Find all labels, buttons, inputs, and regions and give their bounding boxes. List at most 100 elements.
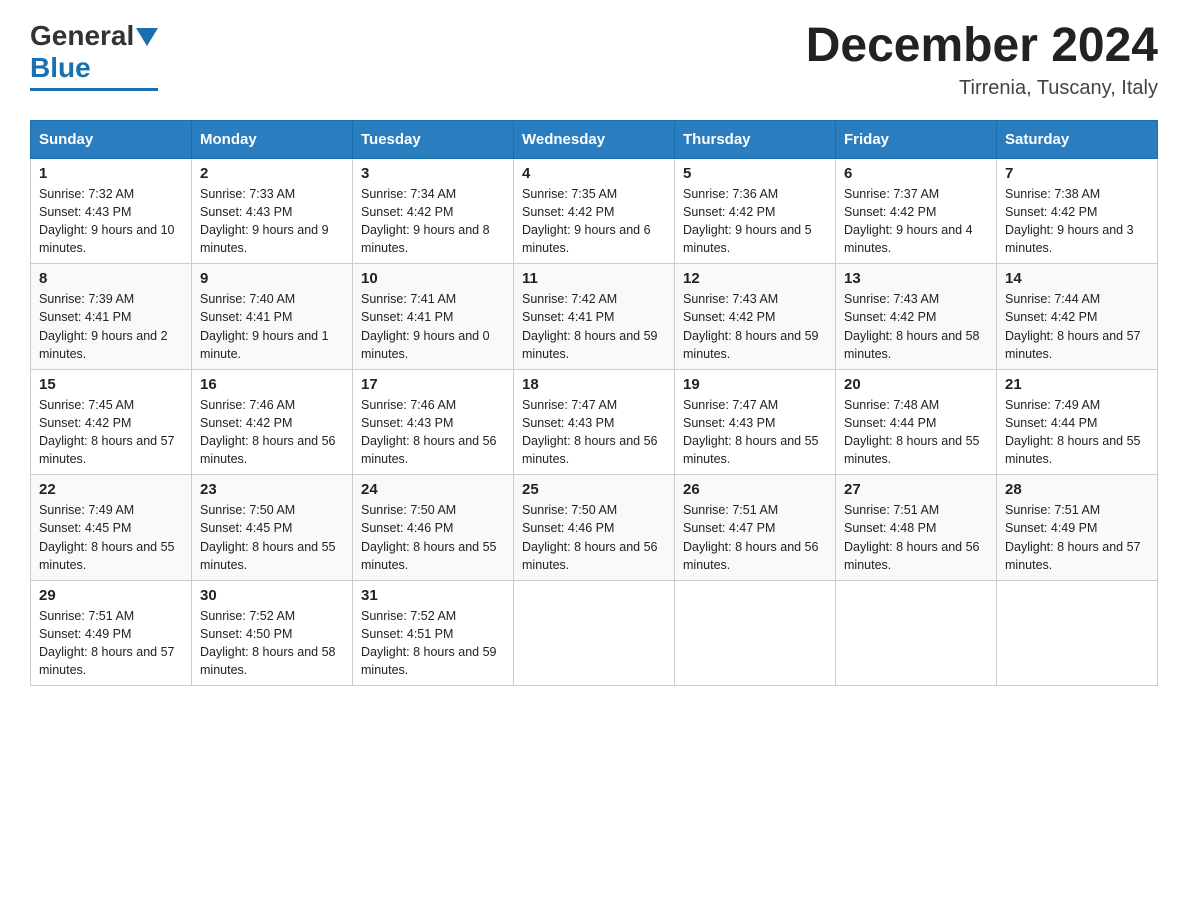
calendar-cell: 28 Sunrise: 7:51 AMSunset: 4:49 PMDayligh…: [997, 475, 1158, 581]
day-info: Sunrise: 7:42 AMSunset: 4:41 PMDaylight:…: [522, 290, 666, 363]
day-number: 3: [361, 165, 505, 182]
day-number: 10: [361, 270, 505, 287]
day-info: Sunrise: 7:39 AMSunset: 4:41 PMDaylight:…: [39, 290, 183, 363]
calendar-cell: 10 Sunrise: 7:41 AMSunset: 4:41 PMDayligh…: [353, 264, 514, 370]
day-number: 15: [39, 376, 183, 393]
calendar-cell: 27 Sunrise: 7:51 AMSunset: 4:48 PMDayligh…: [836, 475, 997, 581]
calendar-week-row: 29Sunrise: 7:51 AMSunset: 4:49 PMDayligh…: [31, 580, 1158, 686]
logo: General Blue: [30, 20, 158, 91]
day-info: Sunrise: 7:50 AMSunset: 4:46 PMDaylight:…: [522, 501, 666, 574]
calendar-cell: 15 Sunrise: 7:45 AMSunset: 4:42 PMDayligh…: [31, 369, 192, 475]
day-info: Sunrise: 7:38 AMSunset: 4:42 PMDaylight:…: [1005, 185, 1149, 258]
calendar-cell: 1Sunrise: 7:32 AMSunset: 4:43 PMDaylight…: [31, 158, 192, 264]
title-area: December 2024 Tirrenia, Tuscany, Italy: [806, 20, 1158, 100]
day-number: 4: [522, 165, 666, 182]
day-info: Sunrise: 7:51 AMSunset: 4:49 PMDaylight:…: [1005, 501, 1149, 574]
page-header: General Blue December 2024 Tirrenia, Tus…: [30, 20, 1158, 100]
calendar-cell: 30Sunrise: 7:52 AMSunset: 4:50 PMDayligh…: [192, 580, 353, 686]
day-number: 31: [361, 587, 505, 604]
day-number: 26: [683, 481, 827, 498]
calendar-cell: [675, 580, 836, 686]
day-number: 19: [683, 376, 827, 393]
day-number: 25: [522, 481, 666, 498]
calendar-cell: 6Sunrise: 7:37 AMSunset: 4:42 PMDaylight…: [836, 158, 997, 264]
day-info: Sunrise: 7:35 AMSunset: 4:42 PMDaylight:…: [522, 185, 666, 258]
calendar-cell: 7 Sunrise: 7:38 AMSunset: 4:42 PMDaylight…: [997, 158, 1158, 264]
day-info: Sunrise: 7:47 AMSunset: 4:43 PMDaylight:…: [683, 396, 827, 469]
day-number: 9: [200, 270, 344, 287]
day-number: 24: [361, 481, 505, 498]
day-info: Sunrise: 7:46 AMSunset: 4:43 PMDaylight:…: [361, 396, 505, 469]
col-saturday: Saturday: [997, 120, 1158, 158]
calendar-cell: 21 Sunrise: 7:49 AMSunset: 4:44 PMDayligh…: [997, 369, 1158, 475]
day-number: 21: [1005, 376, 1149, 393]
logo-general-text: General: [30, 20, 134, 52]
col-sunday: Sunday: [31, 120, 192, 158]
day-info: Sunrise: 7:47 AMSunset: 4:43 PMDaylight:…: [522, 396, 666, 469]
day-info: Sunrise: 7:51 AMSunset: 4:47 PMDaylight:…: [683, 501, 827, 574]
calendar-cell: 22 Sunrise: 7:49 AMSunset: 4:45 PMDayligh…: [31, 475, 192, 581]
day-info: Sunrise: 7:43 AMSunset: 4:42 PMDaylight:…: [683, 290, 827, 363]
day-number: 7: [1005, 165, 1149, 182]
calendar-cell: 24Sunrise: 7:50 AMSunset: 4:46 PMDayligh…: [353, 475, 514, 581]
day-info: Sunrise: 7:40 AMSunset: 4:41 PMDaylight:…: [200, 290, 344, 363]
calendar-cell: 5Sunrise: 7:36 AMSunset: 4:42 PMDaylight…: [675, 158, 836, 264]
calendar-week-row: 15 Sunrise: 7:45 AMSunset: 4:42 PMDayligh…: [31, 369, 1158, 475]
day-number: 14: [1005, 270, 1149, 287]
day-info: Sunrise: 7:48 AMSunset: 4:44 PMDaylight:…: [844, 396, 988, 469]
calendar-cell: 16 Sunrise: 7:46 AMSunset: 4:42 PMDayligh…: [192, 369, 353, 475]
calendar-cell: 18 Sunrise: 7:47 AMSunset: 4:43 PMDayligh…: [514, 369, 675, 475]
header-row: Sunday Monday Tuesday Wednesday Thursday…: [31, 120, 1158, 158]
calendar-cell: 8Sunrise: 7:39 AMSunset: 4:41 PMDaylight…: [31, 264, 192, 370]
logo-triangle-icon: [136, 28, 158, 46]
calendar-cell: 19 Sunrise: 7:47 AMSunset: 4:43 PMDayligh…: [675, 369, 836, 475]
day-info: Sunrise: 7:32 AMSunset: 4:43 PMDaylight:…: [39, 185, 183, 258]
logo-underline: [30, 88, 158, 91]
day-info: Sunrise: 7:33 AMSunset: 4:43 PMDaylight:…: [200, 185, 344, 258]
day-info: Sunrise: 7:41 AMSunset: 4:41 PMDaylight:…: [361, 290, 505, 363]
day-number: 22: [39, 481, 183, 498]
day-number: 17: [361, 376, 505, 393]
calendar-cell: 29Sunrise: 7:51 AMSunset: 4:49 PMDayligh…: [31, 580, 192, 686]
calendar-cell: 26 Sunrise: 7:51 AMSunset: 4:47 PMDayligh…: [675, 475, 836, 581]
day-number: 27: [844, 481, 988, 498]
location-subtitle: Tirrenia, Tuscany, Italy: [806, 77, 1158, 100]
calendar-cell: 17 Sunrise: 7:46 AMSunset: 4:43 PMDayligh…: [353, 369, 514, 475]
col-wednesday: Wednesday: [514, 120, 675, 158]
calendar-cell: 12 Sunrise: 7:43 AMSunset: 4:42 PMDayligh…: [675, 264, 836, 370]
day-info: Sunrise: 7:46 AMSunset: 4:42 PMDaylight:…: [200, 396, 344, 469]
calendar-cell: 11Sunrise: 7:42 AMSunset: 4:41 PMDayligh…: [514, 264, 675, 370]
day-info: Sunrise: 7:43 AMSunset: 4:42 PMDaylight:…: [844, 290, 988, 363]
day-info: Sunrise: 7:52 AMSunset: 4:51 PMDaylight:…: [361, 607, 505, 680]
calendar-cell: [997, 580, 1158, 686]
calendar-week-row: 22 Sunrise: 7:49 AMSunset: 4:45 PMDayligh…: [31, 475, 1158, 581]
day-info: Sunrise: 7:49 AMSunset: 4:44 PMDaylight:…: [1005, 396, 1149, 469]
calendar-cell: 4 Sunrise: 7:35 AMSunset: 4:42 PMDaylight…: [514, 158, 675, 264]
calendar-table: Sunday Monday Tuesday Wednesday Thursday…: [30, 120, 1158, 687]
col-tuesday: Tuesday: [353, 120, 514, 158]
calendar-body: 1Sunrise: 7:32 AMSunset: 4:43 PMDaylight…: [31, 158, 1158, 686]
col-thursday: Thursday: [675, 120, 836, 158]
day-number: 13: [844, 270, 988, 287]
day-info: Sunrise: 7:50 AMSunset: 4:45 PMDaylight:…: [200, 501, 344, 574]
calendar-week-row: 8Sunrise: 7:39 AMSunset: 4:41 PMDaylight…: [31, 264, 1158, 370]
calendar-cell: 3 Sunrise: 7:34 AMSunset: 4:42 PMDaylight…: [353, 158, 514, 264]
day-number: 12: [683, 270, 827, 287]
day-number: 23: [200, 481, 344, 498]
day-number: 18: [522, 376, 666, 393]
day-info: Sunrise: 7:51 AMSunset: 4:48 PMDaylight:…: [844, 501, 988, 574]
day-info: Sunrise: 7:45 AMSunset: 4:42 PMDaylight:…: [39, 396, 183, 469]
day-number: 20: [844, 376, 988, 393]
calendar-cell: 9 Sunrise: 7:40 AMSunset: 4:41 PMDaylight…: [192, 264, 353, 370]
calendar-cell: 23 Sunrise: 7:50 AMSunset: 4:45 PMDayligh…: [192, 475, 353, 581]
day-number: 30: [200, 587, 344, 604]
day-number: 6: [844, 165, 988, 182]
day-info: Sunrise: 7:49 AMSunset: 4:45 PMDaylight:…: [39, 501, 183, 574]
day-number: 2: [200, 165, 344, 182]
day-info: Sunrise: 7:44 AMSunset: 4:42 PMDaylight:…: [1005, 290, 1149, 363]
day-info: Sunrise: 7:34 AMSunset: 4:42 PMDaylight:…: [361, 185, 505, 258]
calendar-cell: 31 Sunrise: 7:52 AMSunset: 4:51 PMDayligh…: [353, 580, 514, 686]
day-number: 28: [1005, 481, 1149, 498]
month-title: December 2024: [806, 20, 1158, 73]
day-number: 16: [200, 376, 344, 393]
